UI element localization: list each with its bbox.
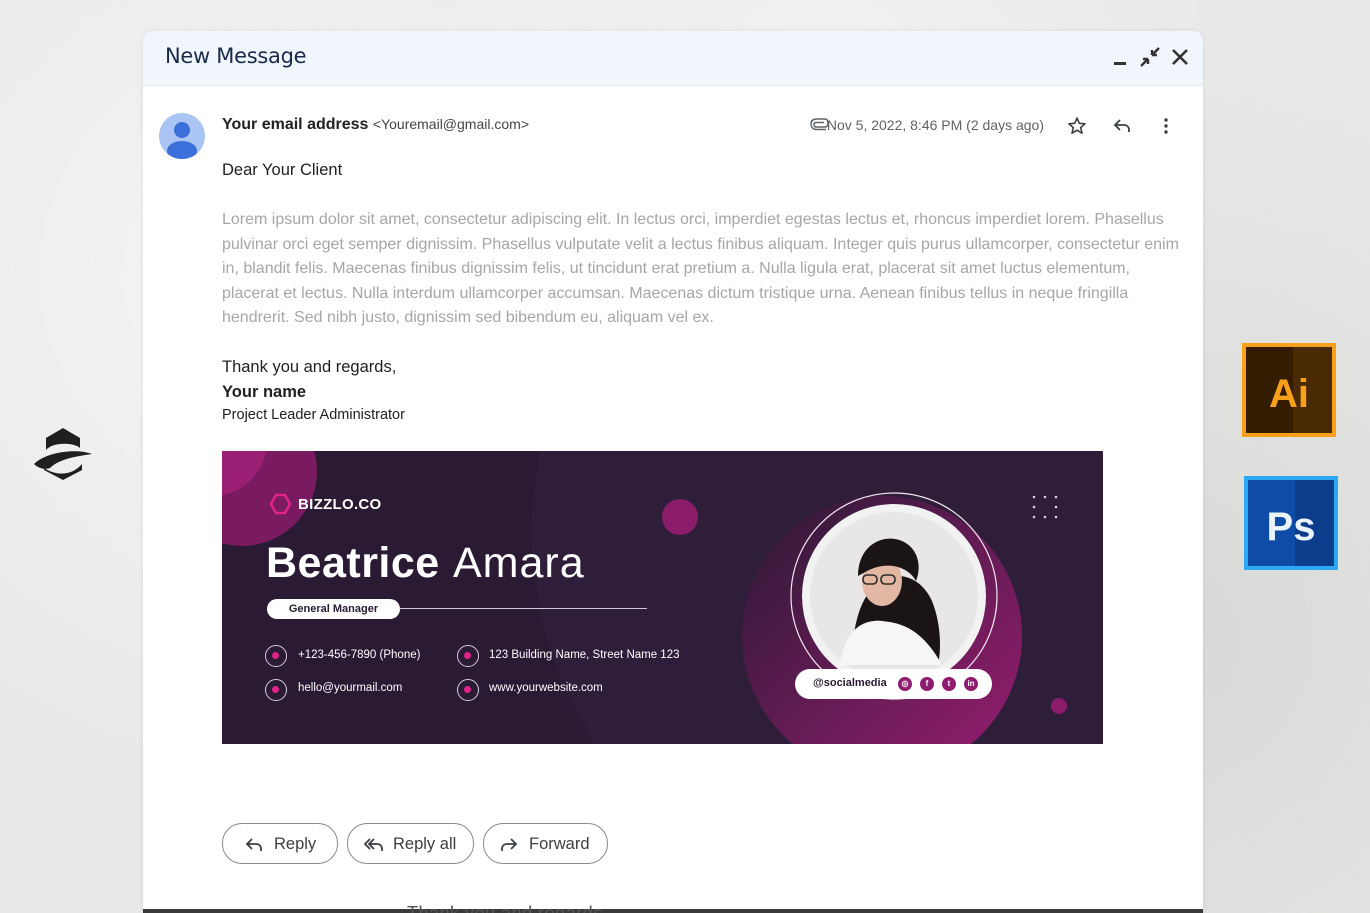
brand-logo-icon — [34, 428, 92, 480]
overflow-text: Thank you and regards, — [407, 903, 609, 913]
twitter-icon: t — [942, 677, 956, 691]
reply-button[interactable]: Reply — [222, 823, 338, 864]
avatar[interactable] — [159, 113, 205, 159]
banner-last-name: Amara — [453, 539, 585, 587]
banner-first-name: Beatrice — [266, 539, 440, 587]
mail-icon — [265, 679, 287, 701]
email-window: New Message Your email address <Youremai… — [143, 31, 1203, 913]
window-bottom-edge — [143, 909, 1203, 913]
linkedin-icon: in — [964, 677, 978, 691]
email-closing: Thank you and regards, — [222, 358, 397, 376]
reply-all-arrow-icon — [363, 838, 383, 851]
sender-address: <Youremail@gmail.com> — [372, 116, 529, 132]
photoshop-badge-label: Ps — [1266, 505, 1316, 549]
illustrator-badge: Ai — [1242, 343, 1336, 437]
reply-button-label: Reply — [274, 835, 317, 853]
banner-brand: BIZZLO.CO — [298, 496, 382, 513]
reply-all-button-label: Reply all — [393, 835, 457, 853]
banner-background-shapes — [222, 451, 1103, 744]
exit-fullscreen-icon[interactable] — [1138, 45, 1162, 69]
location-icon — [457, 645, 479, 667]
social-handle: @socialmedia — [813, 677, 887, 689]
banner-website: www.yourwebsite.com — [489, 682, 603, 694]
globe-icon — [457, 679, 479, 701]
forward-button-label: Forward — [529, 835, 590, 853]
reply-arrow-icon — [245, 838, 262, 851]
forward-button[interactable]: Forward — [483, 823, 608, 864]
sender-name: Your email address — [222, 116, 369, 133]
reply-all-button[interactable]: Reply all — [347, 823, 474, 864]
social-pill: @socialmedia ◎ f t in — [795, 669, 992, 699]
signature-name: Your name — [222, 383, 307, 401]
forward-arrow-icon — [501, 838, 518, 851]
reply-icon[interactable] — [1111, 115, 1133, 137]
minimize-icon[interactable] — [1109, 45, 1133, 69]
banner-address: 123 Building Name, Street Name 123 — [489, 649, 680, 661]
title-bar: New Message — [143, 31, 1203, 86]
signature-banner: BIZZLO.CO Beatrice Amara General Manager… — [222, 451, 1103, 744]
email-date: Nov 5, 2022, 8:46 PM (2 days ago) — [826, 117, 1044, 133]
star-icon[interactable] — [1066, 115, 1088, 137]
banner-email: hello@yourmail.com — [298, 682, 403, 694]
banner-phone: +123-456-7890 (Phone) — [298, 649, 421, 661]
banner-role: General Manager — [267, 599, 400, 619]
email-greeting: Dear Your Client — [222, 161, 343, 179]
instagram-icon: ◎ — [898, 677, 912, 691]
phone-icon — [265, 645, 287, 667]
window-title: New Message — [165, 44, 307, 68]
signature-title: Project Leader Administrator — [222, 407, 405, 423]
banner-divider — [400, 608, 647, 609]
more-options-icon[interactable] — [1155, 115, 1177, 137]
photoshop-badge: Ps — [1244, 476, 1338, 570]
facebook-icon: f — [920, 677, 934, 691]
sender: Your email address <Youremail@gmail.com> — [222, 116, 529, 134]
user-avatar-icon — [167, 122, 197, 159]
close-icon[interactable] — [1168, 45, 1192, 69]
illustrator-badge-label: Ai — [1269, 372, 1309, 416]
email-body: Lorem ipsum dolor sit amet, consectetur … — [222, 211, 1179, 327]
